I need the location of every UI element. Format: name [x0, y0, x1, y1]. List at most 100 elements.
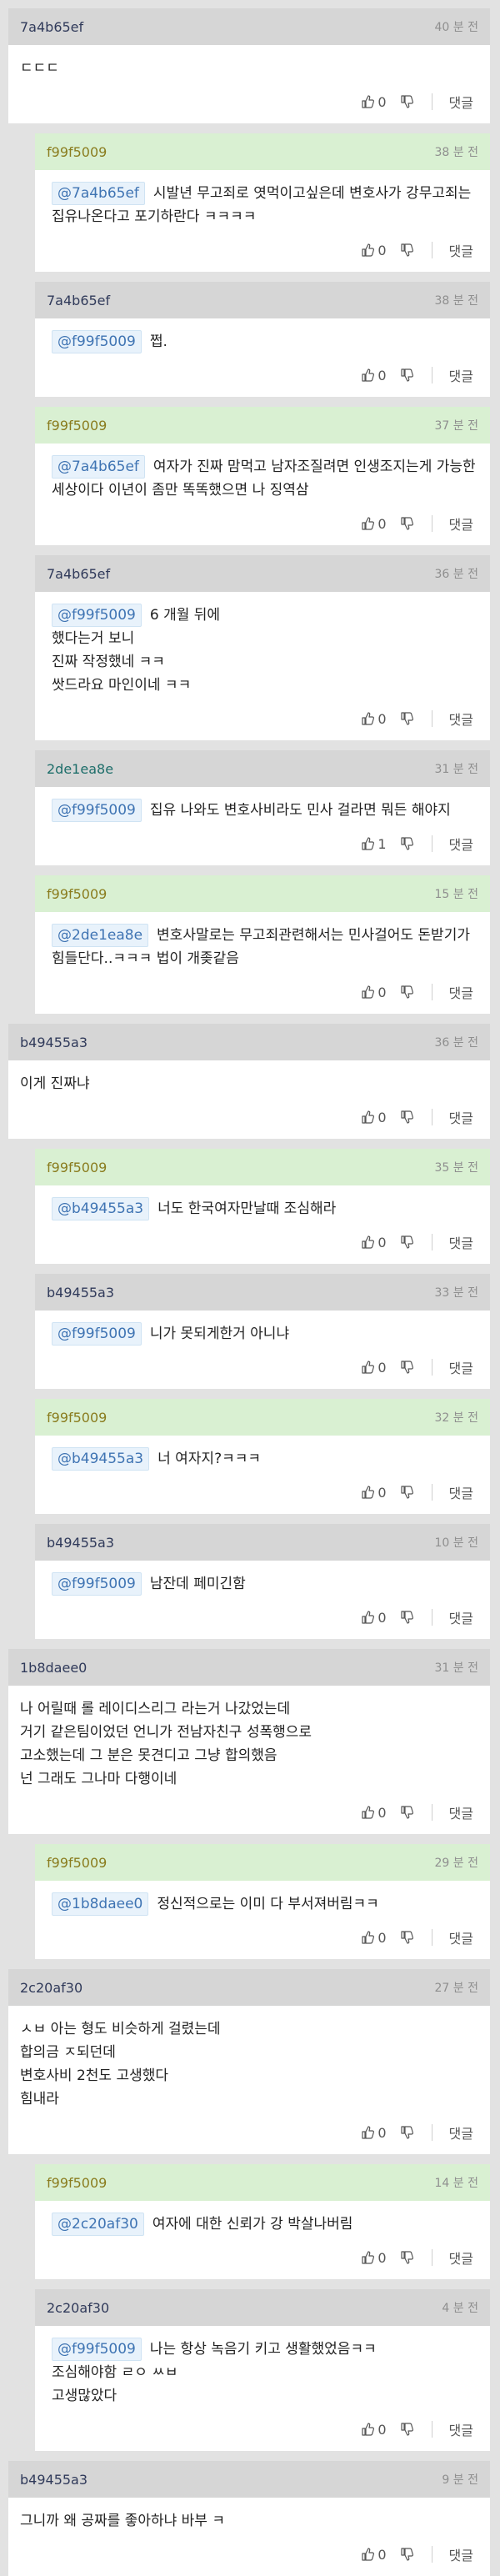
mention-tag[interactable]: @b49455a3 — [52, 1197, 150, 1220]
dislike-button[interactable] — [400, 837, 413, 850]
dislike-button[interactable] — [400, 1806, 413, 1819]
mention-tag[interactable]: @f99f5009 — [52, 1322, 142, 1346]
mention-tag[interactable]: @f99f5009 — [52, 330, 142, 353]
like-button[interactable]: 0 — [361, 711, 387, 727]
dislike-button[interactable] — [400, 95, 413, 108]
comment-author[interactable]: 7a4b65ef — [20, 19, 83, 35]
reply-button[interactable]: 댓글 — [449, 2544, 473, 2564]
dislike-button[interactable] — [400, 2251, 413, 2264]
reply-button[interactable]: 댓글 — [449, 1357, 473, 1377]
comment-author[interactable]: 2c20af30 — [47, 2300, 109, 2316]
comment-author[interactable]: 7a4b65ef — [47, 566, 110, 582]
dislike-button[interactable] — [400, 368, 413, 382]
like-button[interactable]: 0 — [361, 1930, 387, 1946]
dislike-button[interactable] — [400, 2126, 413, 2139]
like-button[interactable]: 0 — [361, 368, 387, 383]
comment-author[interactable]: 2c20af30 — [20, 1980, 82, 1996]
like-button[interactable]: 0 — [361, 243, 387, 258]
like-button[interactable]: 0 — [361, 2547, 387, 2563]
reply-button[interactable]: 댓글 — [449, 2248, 473, 2268]
comment-author[interactable]: f99f5009 — [47, 1410, 107, 1426]
comment-author[interactable]: f99f5009 — [47, 2175, 107, 2191]
comment-header: f99f5009 38 분 전 — [35, 133, 490, 170]
like-button[interactable]: 0 — [361, 1610, 387, 1626]
reply-button[interactable]: 댓글 — [449, 1107, 473, 1127]
mention-tag[interactable]: @1b8daee0 — [52, 1892, 149, 1916]
comment-author[interactable]: b49455a3 — [20, 2472, 88, 2488]
mention-tag[interactable]: @f99f5009 — [52, 2338, 142, 2361]
mention-tag[interactable]: @7a4b65ef — [52, 455, 145, 479]
reply-button[interactable]: 댓글 — [449, 1607, 473, 1627]
like-button[interactable]: 0 — [361, 516, 387, 532]
comment-author[interactable]: b49455a3 — [20, 1035, 88, 1050]
comment-body: ㄷㄷㄷ 0 댓글 — [8, 45, 490, 123]
dislike-button[interactable] — [400, 1611, 413, 1624]
mention-tag[interactable]: @b49455a3 — [52, 1447, 150, 1471]
reply-button[interactable]: 댓글 — [449, 834, 473, 854]
mention-tag[interactable]: @7a4b65ef — [52, 182, 145, 205]
reply-button[interactable]: 댓글 — [449, 1482, 473, 1502]
reply-button[interactable]: 댓글 — [449, 240, 473, 260]
like-button[interactable]: 0 — [361, 1805, 387, 1821]
like-button[interactable]: 0 — [361, 94, 387, 110]
like-button[interactable]: 0 — [361, 1110, 387, 1125]
comment-author[interactable]: 2de1ea8e — [47, 761, 113, 777]
reply-button[interactable]: 댓글 — [449, 2419, 473, 2439]
like-button[interactable]: 0 — [361, 1360, 387, 1376]
like-button[interactable]: 0 — [361, 2250, 387, 2266]
dislike-button[interactable] — [400, 1361, 413, 1374]
reply-button[interactable]: 댓글 — [449, 709, 473, 729]
reply-button[interactable]: 댓글 — [449, 1927, 473, 1947]
comment-author[interactable]: f99f5009 — [47, 1855, 107, 1871]
comment-text-block: @b49455a3 너도 한국여자만날때 조심해라 — [47, 1197, 478, 1220]
like-button[interactable]: 0 — [361, 985, 387, 1000]
reply-button[interactable]: 댓글 — [449, 1232, 473, 1252]
reply-button[interactable]: 댓글 — [449, 514, 473, 534]
like-button[interactable]: 1 — [361, 836, 387, 852]
mention-tag[interactable]: @f99f5009 — [52, 1572, 142, 1596]
reply-button[interactable]: 댓글 — [449, 982, 473, 1002]
comment-actions: 0 댓글 — [20, 2111, 478, 2154]
comment-author[interactable]: b49455a3 — [47, 1285, 114, 1301]
thumbs-up-icon — [361, 1110, 378, 1124]
mention-tag[interactable]: @f99f5009 — [52, 799, 142, 822]
like-button[interactable]: 0 — [361, 1235, 387, 1250]
comment-item: f99f5009 37 분 전 @7a4b65ef 여자가 진짜 맘먹고 남자조질려면… — [35, 407, 490, 545]
comment-author[interactable]: 1b8daee0 — [20, 1660, 87, 1676]
like-button[interactable]: 0 — [361, 2125, 387, 2141]
dislike-button[interactable] — [400, 1235, 413, 1249]
reply-button[interactable]: 댓글 — [449, 92, 473, 112]
comment-author[interactable]: f99f5009 — [47, 144, 107, 160]
mention-tag[interactable]: @f99f5009 — [52, 604, 142, 627]
dislike-button[interactable] — [400, 517, 413, 530]
comment-author[interactable]: 7a4b65ef — [47, 293, 110, 308]
thumbs-down-icon — [400, 243, 413, 257]
like-button[interactable]: 0 — [361, 1485, 387, 1501]
dislike-button[interactable] — [400, 2548, 413, 2561]
comment-text: 니가 못되게한거 아니냐 — [149, 1326, 290, 1342]
dislike-button[interactable] — [400, 2423, 413, 2436]
comment-body: @2de1ea8e 변호사말로는 무고죄관련해서는 민사걸어도 돈받기가 힘들단다… — [35, 912, 490, 1014]
dislike-button[interactable] — [400, 985, 413, 999]
thumbs-down-icon — [400, 2548, 413, 2561]
comment-text-block: 그니까 왜 공짜를 좋아하냐 바부 ㅋ — [20, 2509, 478, 2533]
comment-body: @f99f5009 남잔데 페미긴함 0 댓글 — [35, 1561, 490, 1639]
mention-tag[interactable]: @2c20af30 — [52, 2213, 144, 2236]
reply-button[interactable]: 댓글 — [449, 2122, 473, 2142]
comment-author[interactable]: f99f5009 — [47, 418, 107, 434]
comment-header: f99f5009 37 분 전 — [35, 407, 490, 444]
comment-author[interactable]: f99f5009 — [47, 1160, 107, 1175]
mention-tag[interactable]: @2de1ea8e — [52, 924, 149, 947]
dislike-button[interactable] — [400, 712, 413, 725]
dislike-button[interactable] — [400, 1486, 413, 1499]
comment-author[interactable]: b49455a3 — [47, 1535, 114, 1551]
dislike-button[interactable] — [400, 1110, 413, 1124]
comment-author[interactable]: f99f5009 — [47, 886, 107, 902]
like-button[interactable]: 0 — [361, 2422, 387, 2438]
reply-button[interactable]: 댓글 — [449, 365, 473, 385]
thumbs-up-icon — [361, 1486, 378, 1499]
reply-button[interactable]: 댓글 — [449, 1802, 473, 1822]
dislike-button[interactable] — [400, 1931, 413, 1944]
comment-text-block: ㅅㅂ 아는 형도 비슷하게 걸렸는데 합의금 ㅈ되던데 변호사비 2천도 고생했… — [20, 2017, 478, 2111]
dislike-button[interactable] — [400, 243, 413, 257]
